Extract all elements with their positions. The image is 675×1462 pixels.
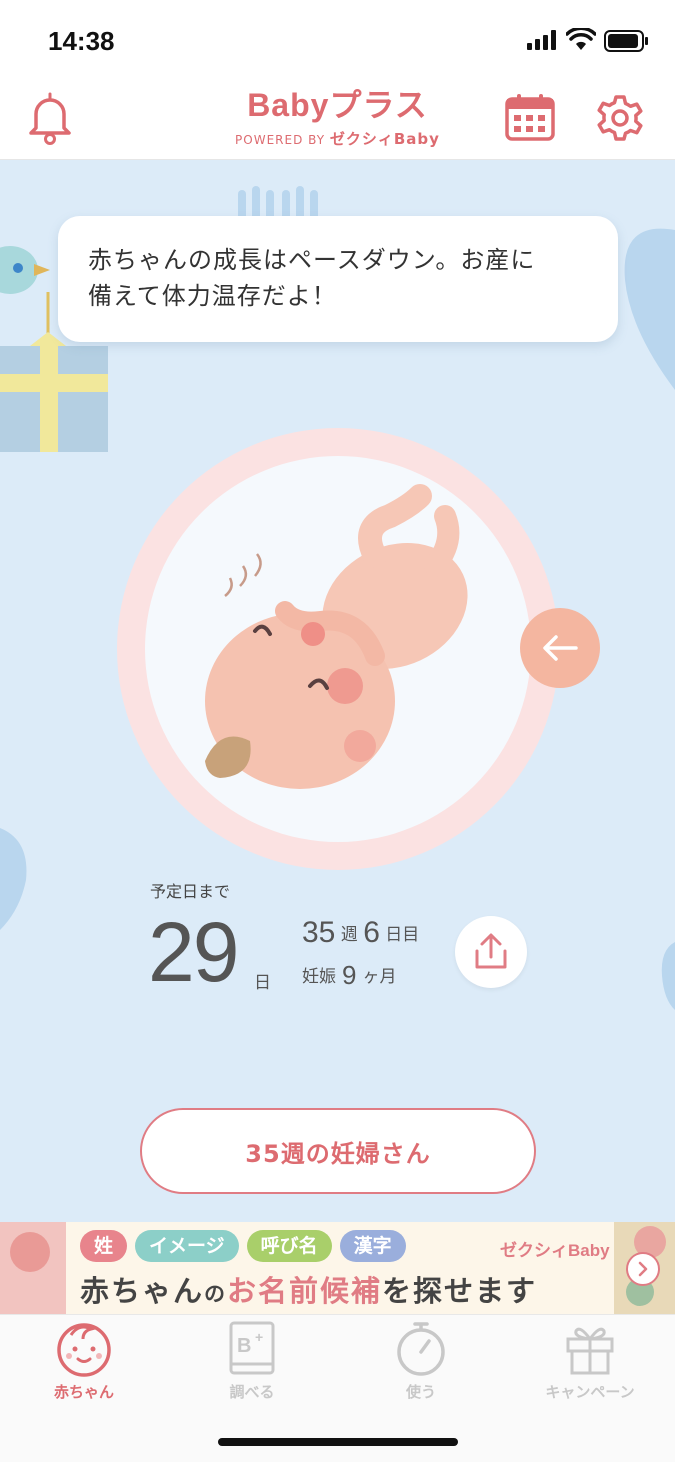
week-info-button[interactable]: 35週の妊婦さん: [140, 1108, 536, 1194]
days-remaining: 29: [148, 905, 239, 999]
heart-shape-left: [0, 828, 27, 930]
previous-week-button[interactable]: [520, 608, 600, 688]
logo-brand: ゼクシィBaby: [329, 130, 440, 148]
tab-campaign-label: キャンペーン: [545, 1383, 635, 1401]
logo-title: Babyプラス: [247, 87, 428, 123]
week-number: 35: [302, 916, 336, 949]
gestational-week: 35 週 6 日目: [302, 916, 419, 950]
status-time: 14:38: [48, 26, 115, 56]
banner-headline: 赤ちゃんのお名前候補を探せます: [80, 1268, 537, 1310]
tag-image: イメージ: [135, 1230, 239, 1262]
battery-icon: [604, 30, 648, 52]
banner-tags: 姓 イメージ 呼び名 漢字: [80, 1230, 406, 1262]
tab-search-label: 調べる: [229, 1383, 275, 1401]
striped-heart-icon: [238, 186, 318, 220]
womb-inner: [145, 456, 531, 842]
share-button[interactable]: [455, 916, 527, 988]
share-icon: [475, 933, 507, 969]
arrow-left-icon: [543, 635, 578, 661]
day-unit: 日目: [385, 925, 420, 945]
cellular-signal-icon: [527, 30, 556, 50]
logo-powered-by: POWERED BY: [235, 133, 326, 147]
gift-box-decoration: [0, 332, 108, 452]
svg-text:+: +: [255, 1329, 263, 1345]
banner-arrow-button[interactable]: [626, 1252, 660, 1286]
growth-message-bubble: 赤ちゃんの成長はペースダウン。お産に 備えて体力温存だよ！: [58, 216, 618, 342]
settings-button[interactable]: [592, 90, 648, 146]
app-header: Babyプラス POWERED BY ゼクシィBaby: [0, 80, 675, 160]
growth-message-line1: 赤ちゃんの成長はペースダウン。お産に: [88, 246, 536, 274]
name-search-banner[interactable]: 姓 イメージ 呼び名 漢字 ゼクシィBaby 赤ちゃんのお名前候補を探せます: [0, 1222, 675, 1314]
tab-baby[interactable]: 赤ちゃん: [0, 1319, 168, 1409]
notification-button[interactable]: [22, 90, 78, 146]
fetus-illustration: [205, 484, 468, 789]
tag-surname: 姓: [80, 1230, 128, 1262]
banner-brand: ゼクシィBaby: [500, 1241, 610, 1260]
heart-shape-right-small: [661, 942, 675, 1010]
banner-headline-part1: 赤ちゃん: [80, 1274, 205, 1308]
growth-message-line2: 備えて体力温存だよ！: [88, 282, 337, 310]
week-unit: 週: [340, 925, 358, 945]
baby-main-view: 赤ちゃんの成長はペースダウン。お産に 備えて体力温存だよ！ 予定日まで 29 日…: [0, 160, 675, 1222]
banner-headline-part4: を探せます: [382, 1274, 538, 1308]
wifi-icon: [566, 28, 596, 50]
week-info-label: 35週の妊婦さん: [245, 1139, 431, 1168]
womb-circle: [117, 428, 559, 870]
month-number: 9: [342, 960, 357, 990]
tag-nickname: 呼び名: [246, 1230, 332, 1262]
day-number: 6: [363, 916, 380, 949]
logo-subtitle: POWERED BY ゼクシィBaby: [230, 128, 445, 149]
pregnancy-label: 妊娠: [302, 967, 336, 987]
banner-headline-part3: お名前候補: [227, 1274, 383, 1308]
tab-use[interactable]: 使う: [337, 1319, 505, 1409]
due-date-label: 予定日まで: [150, 882, 231, 901]
chevron-right-icon: [638, 1261, 648, 1277]
calendar-icon: [505, 94, 555, 141]
status-bar: 14:38: [0, 0, 675, 80]
book-icon: B +: [229, 1321, 275, 1375]
pregnancy-month: 妊娠 9 ヶ月: [302, 960, 396, 991]
tag-kanji: 漢字: [339, 1230, 406, 1262]
tab-campaign[interactable]: キャンペーン: [506, 1319, 674, 1409]
days-unit: 日: [254, 973, 271, 993]
banner-headline-part2: の: [204, 1282, 228, 1306]
bell-icon: [29, 92, 71, 145]
svg-text:B: B: [237, 1335, 251, 1357]
stopwatch-icon: [397, 1322, 445, 1376]
gift-icon: [566, 1327, 614, 1375]
baby-face-icon: [57, 1323, 111, 1377]
calendar-button[interactable]: [502, 90, 558, 146]
bird-icon: [0, 246, 50, 350]
tab-use-label: 使う: [405, 1383, 436, 1401]
gear-icon: [597, 95, 643, 141]
tab-baby-label: 赤ちゃん: [53, 1383, 114, 1401]
heart-shape-right: [624, 228, 675, 390]
app-logo: Babyプラス POWERED BY ゼクシィBaby: [230, 86, 445, 154]
month-unit: ヶ月: [362, 967, 397, 987]
home-indicator: [218, 1438, 458, 1446]
tab-search[interactable]: B + 調べる: [168, 1319, 336, 1409]
